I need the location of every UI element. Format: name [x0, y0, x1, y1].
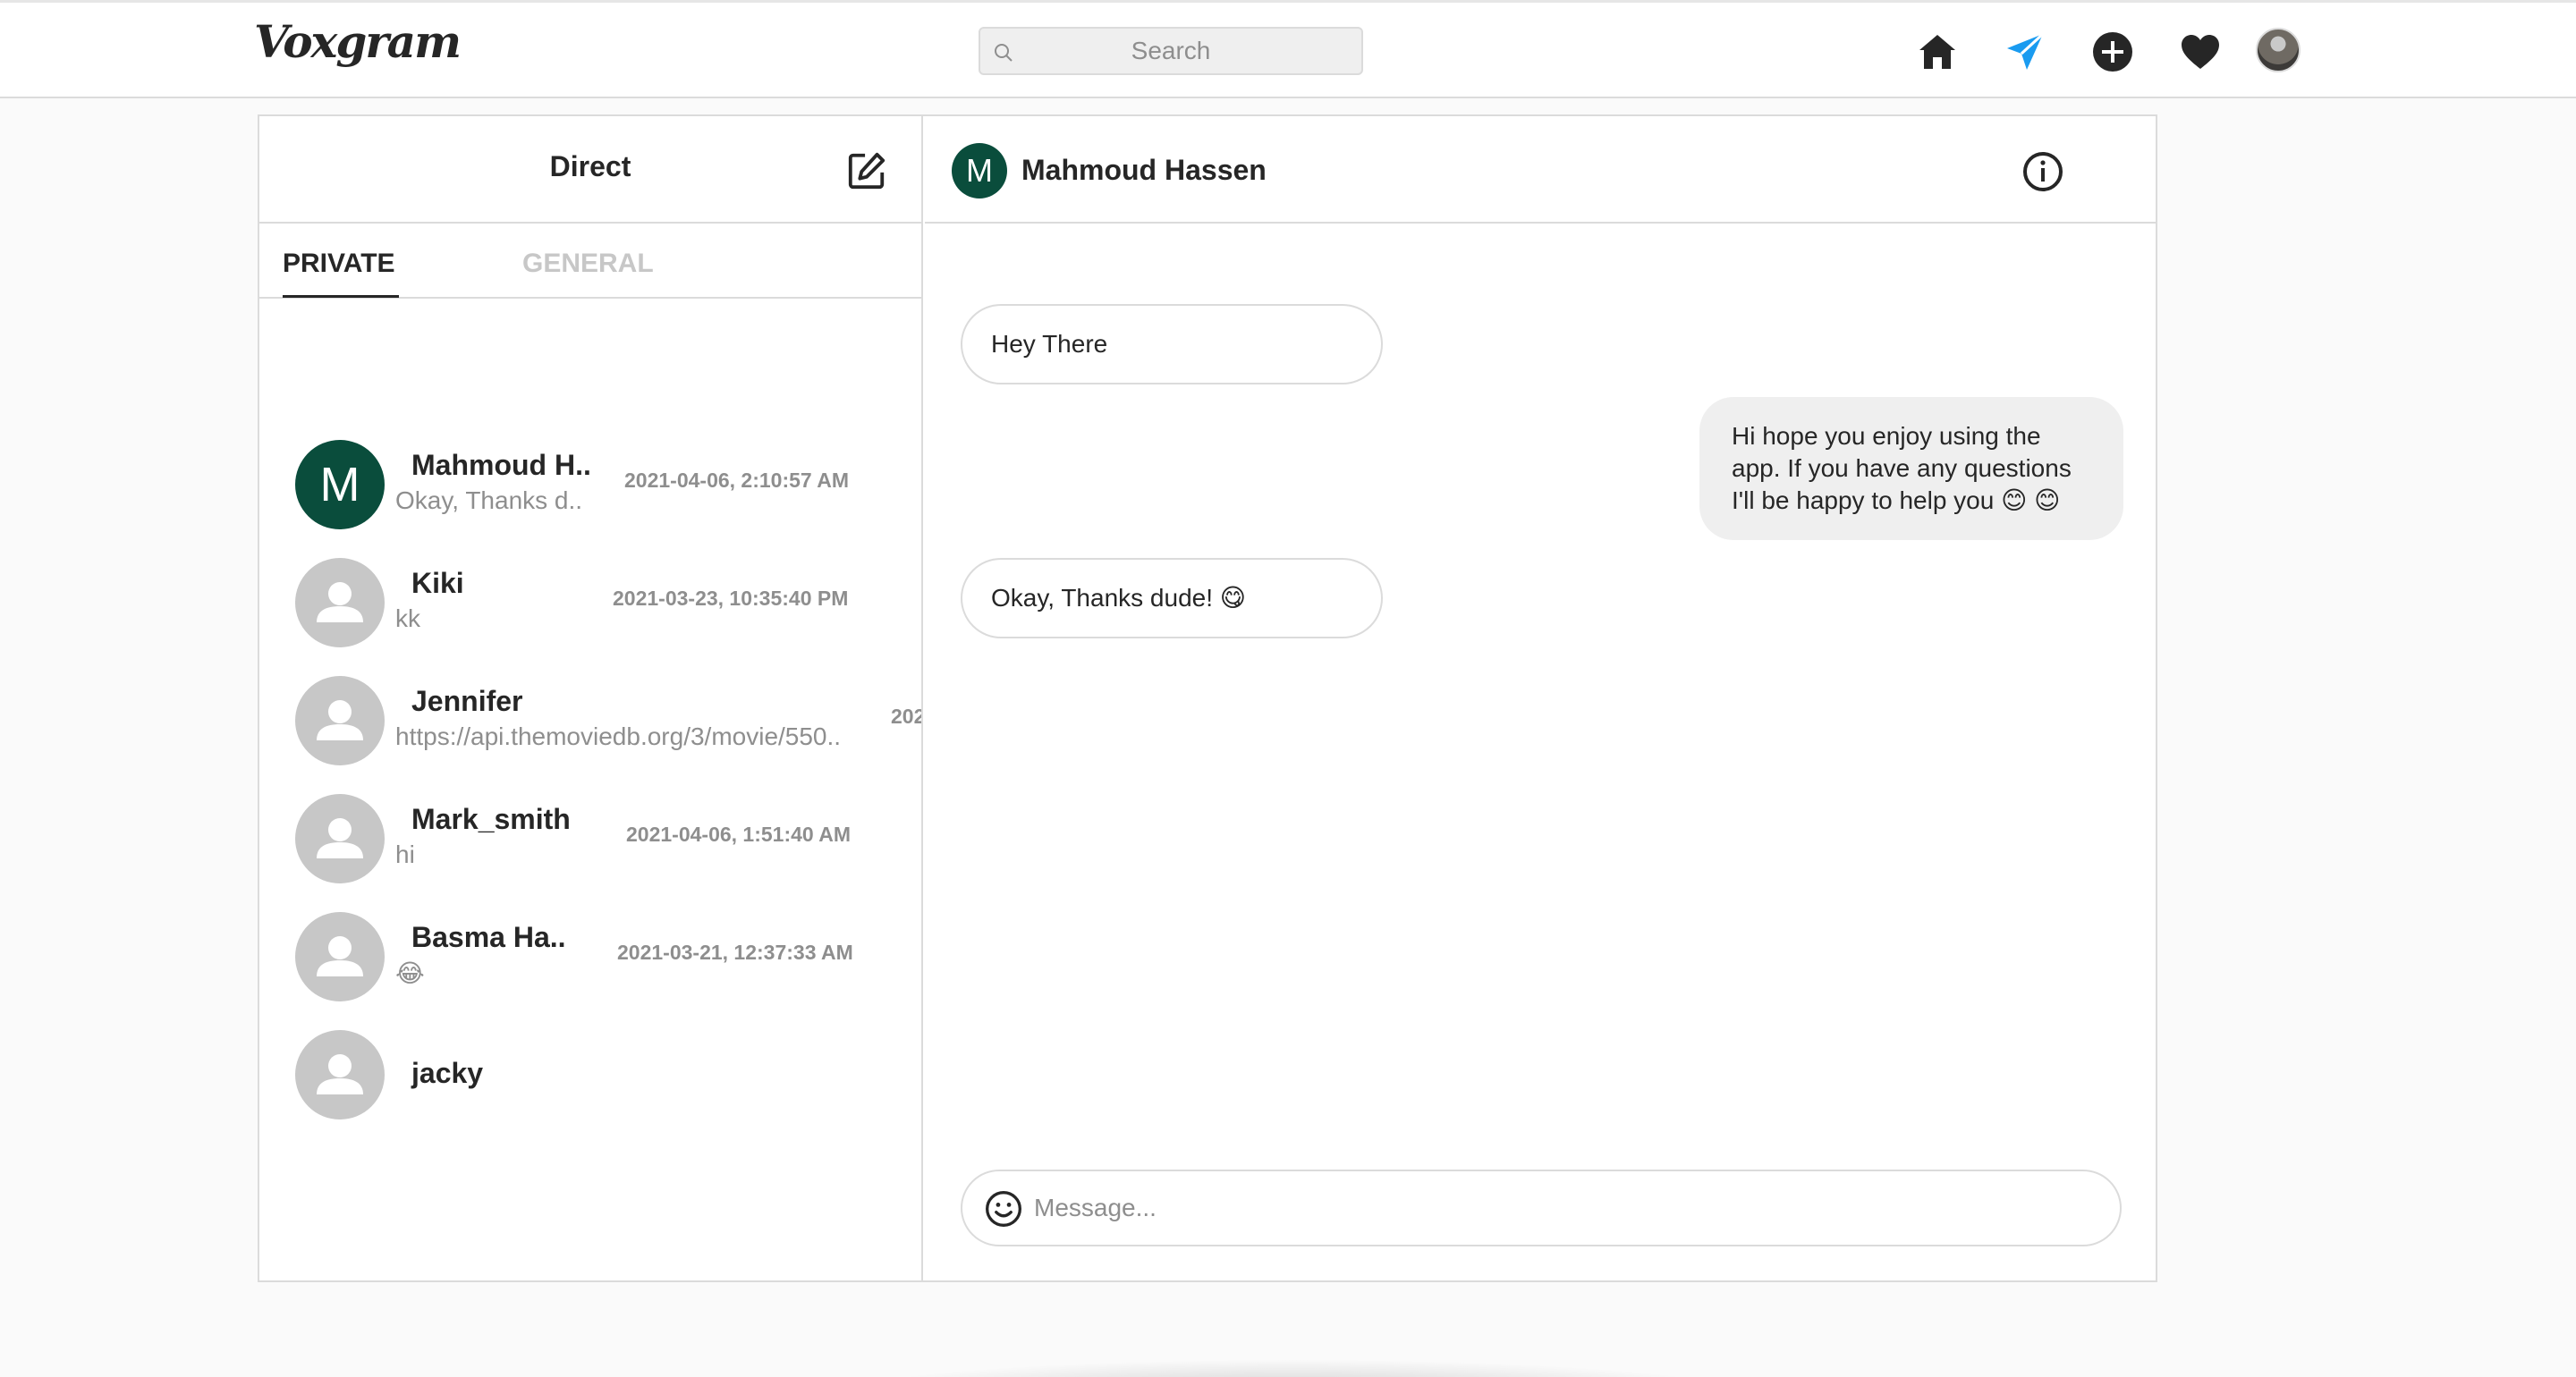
- default-avatar-icon: [295, 1030, 385, 1119]
- conversation-time: 2021-03-21, 12:37:33 AM: [617, 941, 853, 964]
- conversation-time: 2021-04-06, 2:10:57 AM: [624, 469, 850, 492]
- conversation-name: Mark_smith: [411, 803, 571, 835]
- tab-private[interactable]: PRIVATE: [283, 249, 395, 279]
- conversation-name: Basma Ha..: [411, 921, 566, 953]
- conversation-name: jacky: [411, 1057, 484, 1089]
- inbox-header: Direct: [259, 116, 921, 224]
- default-avatar-icon: [295, 912, 385, 1001]
- conversation-last-message: https://api.themoviedb.org/3/movie/550..: [395, 722, 842, 750]
- conversation-time: 2021-03-23, 10:35:40 PM: [613, 587, 849, 610]
- search-box[interactable]: [979, 27, 1363, 75]
- conversation-item[interactable]: jacky: [259, 1016, 921, 1134]
- message-composer[interactable]: [961, 1170, 2122, 1246]
- top-nav-bar: Voxgram: [0, 0, 2576, 98]
- contact-avatar[interactable]: M: [952, 143, 1007, 199]
- info-icon[interactable]: [2021, 150, 2064, 193]
- conversation-last-message: 😂: [395, 959, 425, 987]
- activity-heart-icon[interactable]: [2179, 30, 2222, 73]
- direct-messages-panel: Direct PRIVATE GENERAL M Mahmoud H.. Oka…: [258, 114, 2157, 1282]
- conversation-item[interactable]: Jennifer https://api.themoviedb.org/3/mo…: [259, 662, 921, 780]
- tab-general[interactable]: GENERAL: [522, 249, 654, 279]
- inbox-sidebar: Direct PRIVATE GENERAL M Mahmoud H.. Oka…: [259, 116, 923, 1280]
- new-post-icon[interactable]: [2091, 30, 2134, 73]
- direct-icon[interactable]: [2004, 30, 2046, 73]
- incoming-message-bubble: Okay, Thanks dude! 😋: [961, 558, 1383, 638]
- conversation-time: 202: [891, 705, 921, 728]
- inbox-title: Direct: [549, 150, 631, 182]
- profile-avatar[interactable]: [2256, 28, 2301, 72]
- outgoing-message-bubble: Hi hope you enjoy using the app. If you …: [1699, 397, 2123, 540]
- chat-header: M Mahmoud Hassen: [925, 116, 2156, 224]
- contact-name[interactable]: Mahmoud Hassen: [1021, 154, 1267, 187]
- search-input[interactable]: [980, 29, 1361, 73]
- conversation-name: Jennifer: [411, 685, 523, 717]
- message-input[interactable]: [1034, 1171, 2098, 1245]
- default-avatar-icon: [295, 558, 385, 647]
- home-icon[interactable]: [1916, 30, 1959, 73]
- active-tab-indicator: [283, 295, 399, 298]
- conversation-name: Mahmoud H..: [411, 449, 591, 481]
- conversation-name: Kiki: [411, 567, 464, 599]
- bottom-shadow: [832, 1359, 1753, 1377]
- conversation-item[interactable]: Kiki kk 2021-03-23, 10:35:40 PM: [259, 544, 921, 662]
- conversation-item[interactable]: Basma Ha.. 😂 2021-03-21, 12:37:33 AM: [259, 898, 921, 1016]
- conversation-item[interactable]: Mark_smith hi 2021-04-06, 1:51:40 AM: [259, 780, 921, 898]
- conversation-item[interactable]: M Mahmoud H.. Okay, Thanks d.. 2021-04-0…: [259, 426, 921, 544]
- conversation-last-message: Okay, Thanks d..: [395, 486, 583, 514]
- conversation-time: 2021-04-06, 1:51:40 AM: [626, 823, 852, 846]
- app-logo[interactable]: Voxgram: [254, 15, 462, 68]
- emoji-icon[interactable]: [984, 1189, 1023, 1229]
- conversation-last-message: hi: [395, 841, 415, 868]
- default-avatar-icon: [295, 794, 385, 883]
- avatar: M: [295, 440, 385, 529]
- conversation-last-message: kk: [395, 604, 420, 632]
- inbox-tabs: PRIVATE GENERAL: [259, 225, 921, 299]
- incoming-message-bubble: Hey There: [961, 304, 1383, 384]
- chat-pane: M Mahmoud Hassen Hey There Hi hope you e…: [925, 116, 2156, 1280]
- default-avatar-icon: [295, 676, 385, 765]
- compose-icon[interactable]: [846, 150, 887, 191]
